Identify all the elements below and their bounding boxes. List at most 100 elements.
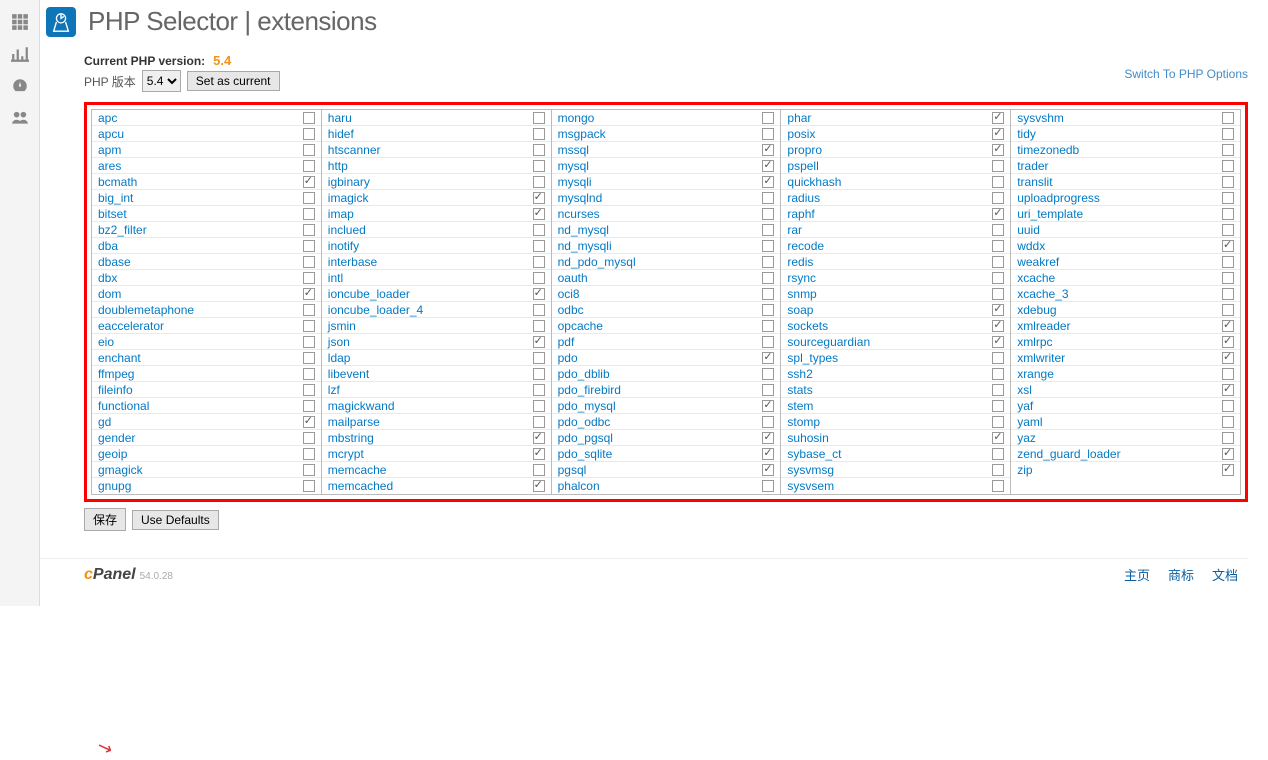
extension-name[interactable]: eio [98, 335, 114, 349]
extension-checkbox[interactable] [533, 480, 545, 492]
extension-checkbox[interactable] [303, 400, 315, 412]
extension-name[interactable]: trader [1017, 159, 1048, 173]
extension-name[interactable]: apc [98, 111, 117, 125]
extension-name[interactable]: xcache_3 [1017, 287, 1068, 301]
extension-name[interactable]: oci8 [558, 287, 580, 301]
extension-checkbox[interactable] [992, 224, 1004, 236]
extension-name[interactable]: uploadprogress [1017, 191, 1100, 205]
extension-checkbox[interactable] [762, 256, 774, 268]
extension-name[interactable]: dom [98, 287, 121, 301]
extension-checkbox[interactable] [1222, 432, 1234, 444]
extension-checkbox[interactable] [1222, 352, 1234, 364]
extension-checkbox[interactable] [1222, 464, 1234, 476]
extension-name[interactable]: xdebug [1017, 303, 1056, 317]
extension-checkbox[interactable] [992, 272, 1004, 284]
extension-checkbox[interactable] [533, 320, 545, 332]
extension-name[interactable]: http [328, 159, 348, 173]
extension-name[interactable]: pdo_mysql [558, 399, 616, 413]
extension-name[interactable]: memcached [328, 479, 393, 493]
extension-checkbox[interactable] [992, 128, 1004, 140]
extension-checkbox[interactable] [992, 464, 1004, 476]
extension-checkbox[interactable] [303, 464, 315, 476]
extension-name[interactable]: xmlwriter [1017, 351, 1065, 365]
extension-name[interactable]: xmlreader [1017, 319, 1070, 333]
extension-checkbox[interactable] [762, 352, 774, 364]
extension-name[interactable]: memcache [328, 463, 387, 477]
extension-name[interactable]: hidef [328, 127, 354, 141]
extension-name[interactable]: mysql [558, 159, 589, 173]
extension-name[interactable]: tidy [1017, 127, 1036, 141]
extension-checkbox[interactable] [992, 240, 1004, 252]
extension-name[interactable]: bitset [98, 207, 127, 221]
nav-stats-icon[interactable] [0, 38, 39, 70]
extension-name[interactable]: pspell [787, 159, 818, 173]
extension-checkbox[interactable] [1222, 384, 1234, 396]
extension-checkbox[interactable] [992, 112, 1004, 124]
extension-name[interactable]: rar [787, 223, 802, 237]
extension-checkbox[interactable] [533, 432, 545, 444]
extension-name[interactable]: mysqlnd [558, 191, 603, 205]
extension-name[interactable]: imap [328, 207, 354, 221]
extension-name[interactable]: mbstring [328, 431, 374, 445]
extension-checkbox[interactable] [762, 160, 774, 172]
extension-checkbox[interactable] [762, 128, 774, 140]
extension-checkbox[interactable] [1222, 224, 1234, 236]
extension-name[interactable]: phar [787, 111, 811, 125]
extension-checkbox[interactable] [303, 448, 315, 460]
extension-name[interactable]: weakref [1017, 255, 1059, 269]
extension-name[interactable]: propro [787, 143, 822, 157]
switch-options-link[interactable]: Switch To PHP Options [1124, 67, 1248, 81]
extension-name[interactable]: spl_types [787, 351, 838, 365]
extension-checkbox[interactable] [303, 176, 315, 188]
extension-checkbox[interactable] [762, 144, 774, 156]
extension-checkbox[interactable] [992, 176, 1004, 188]
extension-checkbox[interactable] [1222, 304, 1234, 316]
extension-checkbox[interactable] [762, 416, 774, 428]
extension-name[interactable]: dbx [98, 271, 117, 285]
extension-checkbox[interactable] [762, 464, 774, 476]
extension-name[interactable]: pdo [558, 351, 578, 365]
extension-name[interactable]: eaccelerator [98, 319, 164, 333]
extension-name[interactable]: phalcon [558, 479, 600, 493]
extension-checkbox[interactable] [533, 144, 545, 156]
extension-name[interactable]: bcmath [98, 175, 137, 189]
extension-checkbox[interactable] [533, 352, 545, 364]
extension-checkbox[interactable] [992, 256, 1004, 268]
extension-name[interactable]: suhosin [787, 431, 828, 445]
save-button[interactable]: 保存 [84, 508, 126, 531]
extension-name[interactable]: nd_mysqli [558, 239, 612, 253]
extension-checkbox[interactable] [303, 240, 315, 252]
extension-checkbox[interactable] [992, 208, 1004, 220]
extension-checkbox[interactable] [762, 448, 774, 460]
extension-name[interactable]: oauth [558, 271, 588, 285]
extension-name[interactable]: gender [98, 431, 135, 445]
extension-name[interactable]: rsync [787, 271, 816, 285]
extension-checkbox[interactable] [303, 272, 315, 284]
extension-name[interactable]: sourceguardian [787, 335, 870, 349]
extension-checkbox[interactable] [992, 288, 1004, 300]
extension-checkbox[interactable] [533, 368, 545, 380]
extension-checkbox[interactable] [1222, 256, 1234, 268]
extension-name[interactable]: imagick [328, 191, 369, 205]
extension-name[interactable]: functional [98, 399, 149, 413]
extension-name[interactable]: json [328, 335, 350, 349]
extension-name[interactable]: zip [1017, 463, 1032, 477]
extension-name[interactable]: opcache [558, 319, 603, 333]
extension-name[interactable]: redis [787, 255, 813, 269]
extension-checkbox[interactable] [1222, 272, 1234, 284]
extension-checkbox[interactable] [992, 368, 1004, 380]
extension-name[interactable]: radius [787, 191, 820, 205]
extension-name[interactable]: dba [98, 239, 118, 253]
extension-name[interactable]: sybase_ct [787, 447, 841, 461]
extension-checkbox[interactable] [762, 288, 774, 300]
extension-checkbox[interactable] [762, 272, 774, 284]
extension-checkbox[interactable] [303, 368, 315, 380]
extension-checkbox[interactable] [303, 480, 315, 492]
extension-name[interactable]: timezonedb [1017, 143, 1079, 157]
extension-checkbox[interactable] [303, 320, 315, 332]
extension-name[interactable]: posix [787, 127, 815, 141]
extension-checkbox[interactable] [1222, 240, 1234, 252]
extension-checkbox[interactable] [1222, 176, 1234, 188]
extension-checkbox[interactable] [992, 448, 1004, 460]
extension-name[interactable]: sysvshm [1017, 111, 1064, 125]
